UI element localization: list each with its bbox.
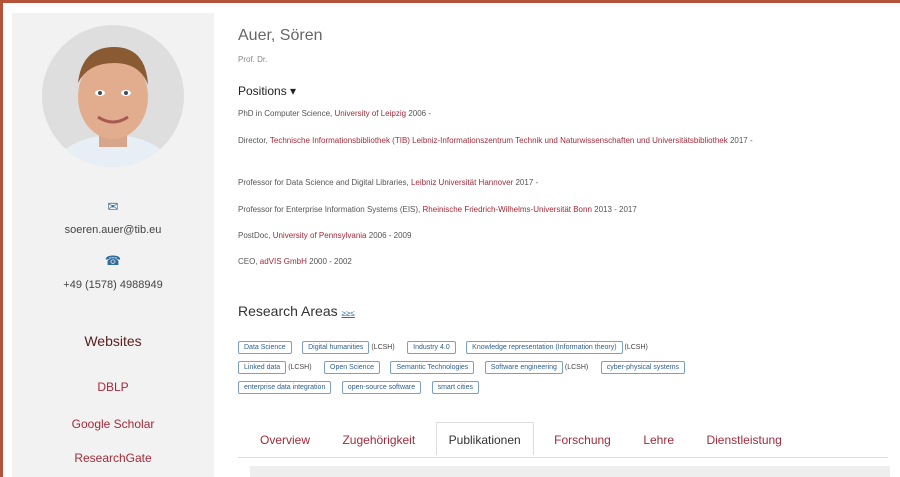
- position-org-link[interactable]: University of Pennsylvania: [273, 231, 367, 240]
- tab-forschung[interactable]: Forschung: [542, 423, 623, 455]
- envelope-icon[interactable]: ✉: [12, 199, 214, 215]
- email-text[interactable]: soeren.auer@tib.eu: [12, 224, 214, 236]
- research-tag[interactable]: Digital humanities: [302, 341, 370, 355]
- research-tag[interactable]: Open Science: [324, 361, 380, 375]
- websites-heading: Websites: [84, 333, 142, 349]
- academic-title: Prof. Dr.: [238, 55, 268, 64]
- positions-heading[interactable]: Positions ▾: [238, 84, 296, 98]
- tab-content: [250, 466, 890, 477]
- profile-sidebar: ✉ soeren.auer@tib.eu ☎ +49 (1578) 498894…: [12, 13, 214, 477]
- position-years: 2017 -: [513, 178, 539, 187]
- tab-overview[interactable]: Overview: [248, 423, 322, 455]
- research-tag[interactable]: Semantic Technologies: [390, 361, 475, 375]
- position-item: Director, Technische Informationsbibliot…: [238, 135, 838, 147]
- phone-text: +49 (1578) 4988949: [63, 279, 163, 291]
- position-org-link[interactable]: Rheinische Friedrich-Wilhelms-Universitä…: [423, 205, 592, 214]
- research-tag[interactable]: enterprise data integration: [238, 381, 332, 395]
- research-tag[interactable]: Data Science: [238, 341, 292, 355]
- lcsh-label: (LCSH): [564, 364, 589, 372]
- link-researchgate[interactable]: ResearchGate: [12, 451, 214, 465]
- lcsh-label: (LCSH): [624, 344, 648, 352]
- position-item: CEO, adVIS GmbH 2000 - 2002: [238, 256, 838, 268]
- position-org-link[interactable]: adVIS GmbH: [260, 257, 307, 266]
- position-years: 2013 - 2017: [591, 205, 637, 214]
- tab-lehre[interactable]: Lehre: [631, 423, 686, 455]
- position-years: 2006 - 2009: [366, 231, 412, 240]
- position-role: Director,: [238, 136, 270, 145]
- research-icon[interactable]: ≥≥≤: [342, 309, 355, 318]
- tab-dienstleistung[interactable]: Dienstleistung: [694, 423, 793, 455]
- position-org-link[interactable]: Leibniz Universität Hannover: [411, 178, 513, 187]
- position-org-link[interactable]: Technische Informationsbibliothek (TIB) …: [270, 136, 728, 145]
- tab-zugehoerigkeit[interactable]: Zugehörigkeit: [330, 423, 427, 455]
- position-org-link[interactable]: University of Leipzig: [335, 109, 407, 118]
- phone-icon: ☎: [104, 253, 122, 268]
- position-role: CEO,: [238, 257, 260, 266]
- avatar: [42, 25, 184, 167]
- avatar-photo: [42, 25, 184, 167]
- position-years: 2006 -: [406, 109, 431, 118]
- tab-publikationen[interactable]: Publikationen: [435, 422, 534, 455]
- position-item: Professor for Data Science and Digital L…: [238, 177, 838, 189]
- position-role: PhD in Computer Science,: [238, 109, 335, 118]
- position-role: Professor for Enterprise Information Sys…: [238, 205, 423, 214]
- link-dblp[interactable]: DBLP: [12, 380, 214, 394]
- page-title: Auer, Sören: [238, 27, 323, 44]
- tag-row: Data Science Digital humanities (LCSH) In…: [238, 339, 878, 357]
- profile-tabs: Overview Zugehörigkeit Publikationen For…: [248, 422, 888, 458]
- tag-row: enterprise data integration open-source …: [238, 379, 878, 397]
- position-role: Professor for Data Science and Digital L…: [238, 178, 411, 187]
- tag-row: Linked data (LCSH) Open Science Semantic …: [238, 359, 878, 377]
- research-tag[interactable]: smart cities: [431, 381, 479, 395]
- research-areas-title: Research Areas: [238, 303, 338, 319]
- lcsh-label: (LCSH): [288, 364, 312, 372]
- research-tag[interactable]: Knowledge representation (Information th…: [466, 341, 623, 355]
- position-role: PostDoc,: [238, 231, 273, 240]
- research-tag[interactable]: Industry 4.0: [407, 341, 456, 355]
- position-item: PhD in Computer Science, University of L…: [238, 108, 838, 120]
- research-areas-heading: Research Areas ≥≥≤: [238, 303, 355, 319]
- position-item: PostDoc, University of Pennsylvania 2006…: [238, 230, 838, 242]
- research-tag[interactable]: open-source software: [341, 381, 422, 395]
- research-tag[interactable]: cyber-physical systems: [600, 361, 686, 375]
- tab-divider: [238, 457, 888, 458]
- lcsh-label: (LCSH): [371, 344, 395, 352]
- position-years: 2000 - 2002: [306, 257, 352, 266]
- position-years: 2017 -: [727, 136, 753, 145]
- research-tag[interactable]: Software engineering: [484, 361, 563, 375]
- research-tag[interactable]: Linked data: [238, 361, 287, 375]
- link-google-scholar[interactable]: Google Scholar: [12, 417, 214, 431]
- position-item: Professor for Enterprise Information Sys…: [238, 204, 838, 216]
- research-tags: Data Science Digital humanities (LCSH) In…: [238, 339, 878, 399]
